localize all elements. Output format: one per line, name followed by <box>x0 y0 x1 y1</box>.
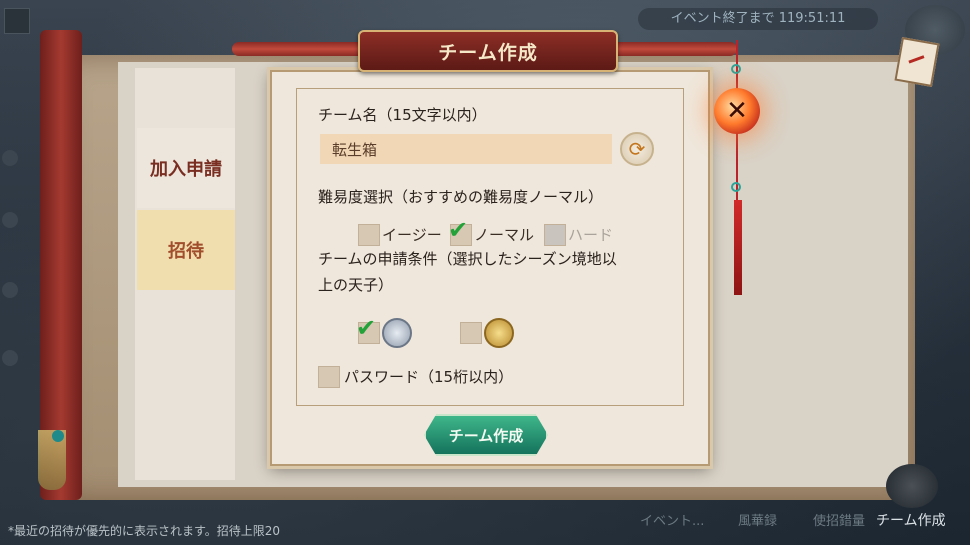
lantern-bead <box>731 64 741 74</box>
refresh-icon: ⟳ <box>628 137 646 161</box>
side-avatar-icon <box>2 150 18 166</box>
tab-join-request[interactable]: 加入申請 <box>137 128 235 208</box>
side-avatar-icon <box>2 282 18 298</box>
option-easy-label: イージー <box>382 226 442 244</box>
invite-hint: *最近の招待が優先的に表示されます。招待上限20 <box>8 524 281 538</box>
team-emblem-icon <box>886 464 938 508</box>
gold-rank-icon <box>484 318 514 348</box>
tab-invite[interactable]: 招待 <box>137 210 235 290</box>
nav-event[interactable]: イベント... <box>640 510 704 529</box>
checkbox-easy[interactable] <box>358 224 380 246</box>
dialog-title: チーム作成 <box>438 41 538 64</box>
team-create-dialog: チーム名（15文字以内） ⟳ 難易度選択（おすすめの難易度ノーマル） イージー … <box>270 70 710 466</box>
option-hard-label: ハード <box>568 226 614 244</box>
event-timer: イベント終了まで 119:51:11 <box>638 8 878 30</box>
condition-label-line2: 上の天子） <box>318 276 394 294</box>
flag-icon[interactable] <box>894 37 940 87</box>
refresh-name-button[interactable]: ⟳ <box>620 132 654 166</box>
nav-fukaroku[interactable]: 風華録 <box>738 510 777 529</box>
nav-team-create[interactable]: チーム作成 <box>876 510 946 530</box>
option-normal-label: ノーマル <box>474 226 535 244</box>
close-icon: ✕ <box>726 96 748 126</box>
side-avatar-icon <box>2 212 18 228</box>
checkmark-icon: ✔ <box>356 314 377 342</box>
checkbox-hard <box>544 224 566 246</box>
silver-rank-icon <box>382 318 412 348</box>
jade-bead-icon <box>52 430 64 442</box>
create-team-button[interactable]: チーム作成 <box>424 414 548 456</box>
lantern-bead <box>731 182 741 192</box>
menu-icon[interactable] <box>4 8 30 34</box>
password-label: パスワード（15桁以内） <box>344 368 514 386</box>
difficulty-label: 難易度選択（おすすめの難易度ノーマル） <box>318 188 604 206</box>
side-avatar-icon <box>2 350 18 366</box>
checkbox-gold-rank[interactable] <box>460 322 482 344</box>
checkbox-password[interactable] <box>318 366 340 388</box>
team-name-label: チーム名（15文字以内） <box>318 106 487 124</box>
dialog-title-banner: チーム作成 <box>358 30 618 72</box>
create-team-button-label: チーム作成 <box>448 426 524 445</box>
nav-third[interactable]: 使招錯量 <box>813 510 865 529</box>
lantern-tassel <box>734 200 742 295</box>
checkmark-icon: ✔ <box>448 216 469 244</box>
team-name-input[interactable] <box>320 134 612 164</box>
condition-label-line1: チームの申請条件（選択したシーズン境地以 <box>318 250 617 268</box>
close-button[interactable]: ✕ <box>714 88 760 134</box>
